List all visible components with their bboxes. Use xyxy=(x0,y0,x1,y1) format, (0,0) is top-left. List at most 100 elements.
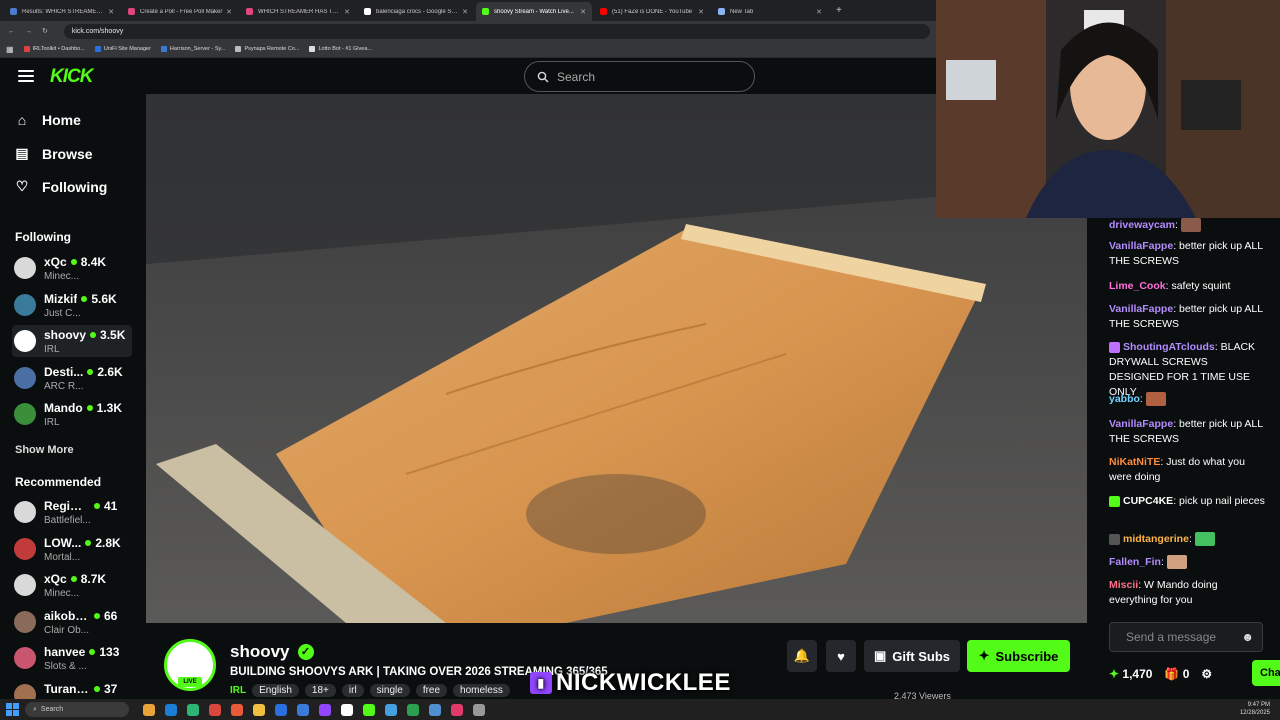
apps-icon[interactable]: ▦ xyxy=(6,45,14,54)
taskbar-app-icon[interactable] xyxy=(319,703,331,716)
taskbar-app-icon[interactable] xyxy=(253,703,265,716)
browser-tab[interactable]: New Tab ✕ xyxy=(712,2,828,21)
sidebar-channel-recommended[interactable]: hanvee 133 Slots & ... xyxy=(12,642,132,674)
tab-close-icon[interactable]: ✕ xyxy=(226,8,232,16)
sidebar-channel-recommended[interactable]: xQc 8.7K Minec... xyxy=(12,569,132,601)
stream-tag[interactable]: free xyxy=(415,684,448,697)
browser-tab[interactable]: (51) FaZe is DONE - YouTube ✕ xyxy=(594,2,710,21)
follow-button[interactable]: ♥ xyxy=(826,640,856,672)
tab-close-icon[interactable]: ✕ xyxy=(816,8,822,16)
tab-close-icon[interactable]: ✕ xyxy=(698,8,704,16)
taskbar-app-icon[interactable] xyxy=(297,703,309,716)
sidebar-channel-following[interactable]: Mando 1.3K IRL xyxy=(12,398,132,430)
taskbar-search[interactable]: ⌕ Search xyxy=(25,702,129,717)
tab-favicon-icon xyxy=(718,8,725,15)
chat-username[interactable]: VanillaFappe xyxy=(1109,303,1173,315)
stream-tag[interactable]: irl xyxy=(341,684,364,697)
subscribe-button[interactable]: ✦ Subscribe xyxy=(967,640,1070,672)
channel-name: Mizkif xyxy=(44,291,78,306)
chat-username[interactable]: drivewaycam xyxy=(1109,219,1175,231)
bookmark-favicon-icon xyxy=(309,46,316,52)
taskbar-app-icon[interactable] xyxy=(165,703,177,716)
chat-username[interactable]: Lime_Cook xyxy=(1109,280,1166,292)
chat-username[interactable]: CUPC4KE xyxy=(1123,495,1173,507)
sidebar-channel-recommended[interactable]: aikobliss 66 Clair Ob... xyxy=(12,606,132,638)
tab-close-icon[interactable]: ✕ xyxy=(462,8,468,16)
clock[interactable]: 9:47 PM 12/28/2025 xyxy=(1240,701,1270,717)
sidebar-channel-recommended[interactable]: Regime... 41 Battlefiel... xyxy=(12,496,132,528)
tab-close-icon[interactable]: ✕ xyxy=(108,8,114,16)
show-more-button[interactable]: Show More xyxy=(15,444,74,456)
stream-tag[interactable]: homeless xyxy=(453,684,510,697)
chat-username[interactable]: Miscii xyxy=(1109,579,1138,591)
url-text: kick.com/shoovy xyxy=(71,27,124,35)
kick-logo[interactable]: KICK xyxy=(50,66,93,88)
streamer-name[interactable]: shoovy xyxy=(230,642,290,662)
chat-send-button[interactable]: Cha xyxy=(1252,660,1280,686)
emoji-icon[interactable]: ☻ xyxy=(1241,630,1254,644)
chat-message: Miscii: W Mando doing everything for you xyxy=(1109,579,1218,606)
back-icon[interactable]: ← xyxy=(8,28,15,35)
bookmark-item[interactable]: Harrison_Server - Sy... xyxy=(160,46,225,52)
nav-browse[interactable]: ▤ Browse xyxy=(14,145,92,162)
taskbar-app-icon[interactable] xyxy=(231,703,243,716)
bookmark-item[interactable]: Psynaps Remote Co... xyxy=(235,46,299,52)
channel-name: Mando xyxy=(44,401,83,415)
taskbar-app-icon[interactable] xyxy=(473,703,485,716)
bookmark-item[interactable]: Lotto Bot - #1 Givea... xyxy=(309,46,372,52)
menu-icon[interactable] xyxy=(18,70,34,82)
sidebar-channel-following[interactable]: Mizkif 5.6K Just C... xyxy=(12,289,132,321)
taskbar-app-icon[interactable] xyxy=(407,703,419,716)
chat-username[interactable]: VanillaFappe xyxy=(1109,240,1173,252)
sidebar-channel-following[interactable]: shoovy 3.5K IRL xyxy=(12,325,132,357)
browser-tab[interactable]: Create a Poll - Free Poll Maker ✕ xyxy=(122,2,238,21)
taskbar-app-icon[interactable] xyxy=(385,703,397,716)
chat-username[interactable]: yabbo xyxy=(1109,393,1140,405)
chat-username[interactable]: midtangerine xyxy=(1123,533,1189,545)
chat-username[interactable]: ShoutingATclouds xyxy=(1123,341,1215,353)
bookmark-item[interactable]: IRLToolkit • Dashbo... xyxy=(23,46,85,52)
chat-username[interactable]: NiKatNiTE xyxy=(1109,456,1160,468)
notification-button[interactable]: 🔔 xyxy=(787,640,817,672)
browser-tab[interactable]: balenciaga crocs - Google Sear... ✕ xyxy=(358,2,474,21)
taskbar-app-icon[interactable] xyxy=(341,703,353,716)
settings-icon[interactable]: ⚙ xyxy=(1201,667,1212,681)
gift-subs-button[interactable]: ▣ Gift Subs xyxy=(864,640,960,672)
new-tab-icon[interactable]: + xyxy=(836,5,842,16)
reload-icon[interactable]: ↻ xyxy=(42,27,48,35)
taskbar-app-icon[interactable] xyxy=(143,703,155,716)
points-display[interactable]: ✦ 1,470 xyxy=(1109,667,1152,681)
gift-display[interactable]: 🎁 0 xyxy=(1164,667,1189,681)
search-input[interactable]: Search xyxy=(524,61,755,92)
windows-start-icon[interactable] xyxy=(6,703,19,716)
chat-username[interactable]: Fallen_Fin xyxy=(1109,556,1161,568)
browser-tab[interactable]: WHICH STREAMER HAS THE BE...✕ xyxy=(240,2,356,21)
tab-close-icon[interactable]: ✕ xyxy=(344,8,350,16)
browser-tab[interactable]: shoovy Stream - Watch Live... ✕ xyxy=(476,2,592,21)
taskbar-app-icon[interactable] xyxy=(275,703,287,716)
chat-input[interactable]: Send a message ☻ xyxy=(1109,622,1263,652)
stream-category[interactable]: IRL xyxy=(230,685,246,696)
chat-username[interactable]: VanillaFappe xyxy=(1109,418,1173,430)
forward-icon[interactable]: → xyxy=(25,28,32,35)
url-field[interactable]: kick.com/shoovy xyxy=(63,23,930,39)
sidebar-channel-following[interactable]: Desti... 2.6K ARC R... xyxy=(12,362,132,394)
stream-tag[interactable]: English xyxy=(252,684,299,697)
stream-tag[interactable]: single xyxy=(369,684,410,697)
taskbar-app-icon[interactable] xyxy=(429,703,441,716)
nav-following[interactable]: ♡ Following xyxy=(14,178,108,195)
nav-home[interactable]: ⌂ Home xyxy=(14,112,81,128)
taskbar-app-icon[interactable] xyxy=(187,703,199,716)
search-icon xyxy=(537,71,549,82)
chat-message: drivewaycam: xyxy=(1109,218,1265,233)
taskbar-app-icon[interactable] xyxy=(363,703,375,716)
bookmark-label: Lotto Bot - #1 Givea... xyxy=(318,46,372,52)
stream-tag[interactable]: 18+ xyxy=(304,684,336,697)
bookmark-item[interactable]: UniFi Site Manager xyxy=(94,46,151,52)
taskbar-app-icon[interactable] xyxy=(451,703,463,716)
sidebar-channel-following[interactable]: xQc 8.4K Minec... xyxy=(12,252,132,284)
sidebar-channel-recommended[interactable]: LOW... 2.8K Mortal... xyxy=(12,533,132,565)
tab-close-icon[interactable]: ✕ xyxy=(580,8,586,16)
taskbar-app-icon[interactable] xyxy=(209,703,221,716)
browser-tab[interactable]: Results: WHICH STREAMER HA...✕ xyxy=(4,2,120,21)
